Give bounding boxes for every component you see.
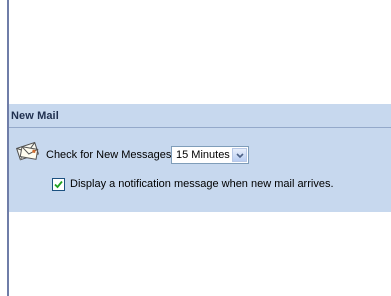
new-mail-section: New Mail Check for New Messages: 15 Minu	[9, 104, 391, 212]
check-interval-value: 15 Minutes	[176, 149, 230, 161]
section-title: New Mail	[11, 110, 59, 122]
notification-label[interactable]: Display a notification message when new …	[70, 178, 334, 190]
notification-checkbox[interactable]	[52, 178, 65, 191]
mail-envelope-icon	[16, 140, 40, 162]
check-new-messages-label: Check for New Messages:	[46, 149, 175, 161]
check-interval-select[interactable]: 15 Minutes	[171, 146, 249, 164]
chevron-down-icon[interactable]	[232, 148, 247, 162]
checkmark-icon	[54, 180, 63, 189]
settings-window: New Mail Check for New Messages: 15 Minu	[0, 0, 391, 296]
section-divider	[9, 127, 391, 128]
